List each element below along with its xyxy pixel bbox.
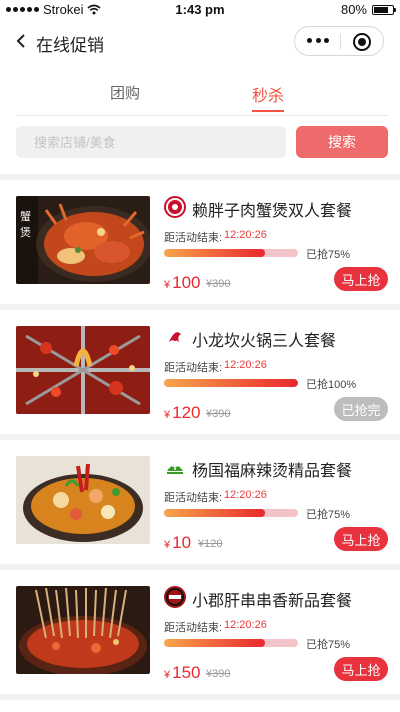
malatang-restaurant-logo-icon xyxy=(164,456,186,478)
svg-text:煲: 煲 xyxy=(20,226,31,239)
header-area: 团购 秒杀 搜索 xyxy=(0,64,400,174)
search-button[interactable]: 搜索 xyxy=(296,126,388,158)
skewer-pot-image[interactable] xyxy=(16,586,150,674)
original-price: ¥390 xyxy=(206,408,231,420)
active-tab-indicator xyxy=(252,110,284,112)
deal-title[interactable]: 小郡肝串串香新品套餐 xyxy=(192,587,352,611)
countdown-timer: 12:20:26 xyxy=(224,619,267,631)
malatang-image[interactable] xyxy=(16,456,150,544)
sale-price: ¥10 xyxy=(164,533,192,552)
deal-card[interactable]: 小郡肝串串香新品套餐 距活动结束: 12:20:26 已抢75% ¥150 ¥3… xyxy=(0,570,400,694)
buy-now-button[interactable]: 马上抢 xyxy=(334,527,388,551)
crab-pot-image[interactable]: 蟹 煲 xyxy=(16,196,150,284)
sale-progress-fill xyxy=(164,509,265,517)
sale-progress-bar xyxy=(164,509,298,517)
battery-percent: 80% xyxy=(340,2,367,17)
svg-text:蟹: 蟹 xyxy=(20,209,31,223)
countdown-timer: 12:20:26 xyxy=(224,489,267,501)
sale-progress-text: 已抢100% xyxy=(306,379,357,391)
close-mini-program-icon[interactable] xyxy=(353,33,371,51)
tab-bar: 团购 秒杀 xyxy=(16,64,388,116)
sale-progress-fill xyxy=(164,639,265,647)
original-price: ¥390 xyxy=(206,668,231,680)
mini-program-capsule xyxy=(294,26,384,56)
sold-out-button[interactable]: 已抢完 xyxy=(334,397,388,421)
countdown-timer: 12:20:26 xyxy=(224,229,267,241)
sale-progress-fill xyxy=(164,249,265,257)
status-bar: Strokei 1:43 pm 80% xyxy=(0,0,400,18)
page-title: 在线促销 xyxy=(36,36,104,55)
sale-progress-bar xyxy=(164,379,298,387)
buy-now-button[interactable]: 马上抢 xyxy=(334,657,388,681)
sale-price: ¥120 xyxy=(164,403,201,422)
sale-progress-text: 已抢75% xyxy=(306,249,351,261)
countdown-label: 距活动结束: xyxy=(164,492,223,504)
deal-title[interactable]: 杨国福麻辣烫精品套餐 xyxy=(192,457,352,481)
sale-progress-bar xyxy=(164,249,298,257)
sale-progress-fill xyxy=(164,379,298,387)
deal-card[interactable]: 蟹 煲 赖胖子肉蟹煲双人套餐 距活动结束: 12:20:26 已抢75% ¥10… xyxy=(0,180,400,304)
back-arrow-icon[interactable] xyxy=(14,32,28,50)
deal-card[interactable] xyxy=(0,700,400,712)
sale-progress-text: 已抢75% xyxy=(306,639,351,651)
sale-price: ¥150 xyxy=(164,663,201,682)
nav-bar: 在线促销 xyxy=(0,18,400,64)
hotpot-image[interactable] xyxy=(16,326,150,414)
skewer-restaurant-logo-icon xyxy=(164,586,186,608)
sale-price: ¥100 xyxy=(164,273,201,292)
countdown-timer: 12:20:26 xyxy=(224,359,267,371)
sale-progress-text: 已抢75% xyxy=(306,509,351,521)
crab-restaurant-logo-icon xyxy=(164,196,186,218)
countdown-label: 距活动结束: xyxy=(164,232,223,244)
more-icon[interactable] xyxy=(307,38,329,46)
hotpot-restaurant-logo-icon xyxy=(164,326,186,348)
tab-flash-sale[interactable]: 秒杀 xyxy=(252,82,284,106)
deal-card[interactable]: 杨国福麻辣烫精品套餐 距活动结束: 12:20:26 已抢75% ¥10 ¥12… xyxy=(0,440,400,564)
battery-icon xyxy=(372,4,396,15)
countdown-label: 距活动结束: xyxy=(164,362,223,374)
countdown-label: 距活动结束: xyxy=(164,622,223,634)
search-input[interactable] xyxy=(16,126,286,158)
deal-title[interactable]: 小龙坎火锅三人套餐 xyxy=(192,327,336,351)
original-price: ¥390 xyxy=(206,278,231,290)
sale-progress-bar xyxy=(164,639,298,647)
deal-card[interactable]: 小龙坎火锅三人套餐 距活动结束: 12:20:26 已抢100% ¥120 ¥3… xyxy=(0,310,400,434)
deal-title[interactable]: 赖胖子肉蟹煲双人套餐 xyxy=(192,197,352,221)
tab-group-buy[interactable]: 团购 xyxy=(110,82,140,103)
original-price: ¥120 xyxy=(198,538,223,550)
buy-now-button[interactable]: 马上抢 xyxy=(334,267,388,291)
